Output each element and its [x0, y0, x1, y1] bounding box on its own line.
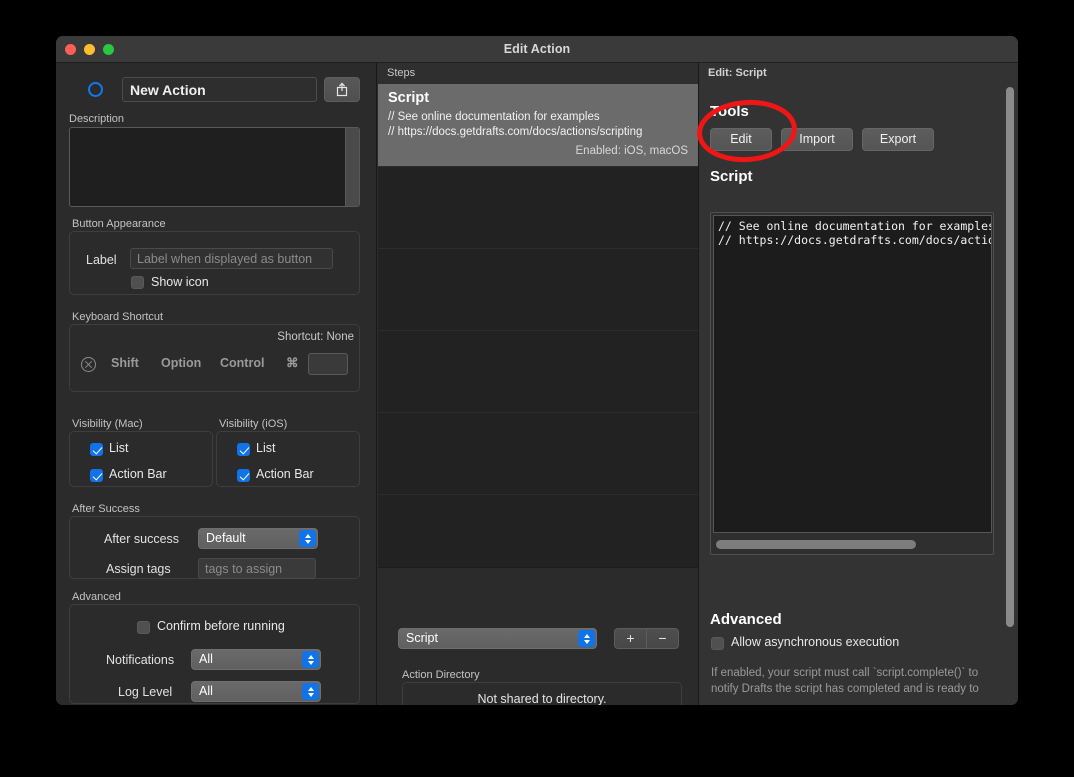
- assign-tags-input[interactable]: [198, 558, 316, 579]
- export-button[interactable]: Export: [862, 128, 934, 151]
- description-scrollbar[interactable]: [345, 128, 359, 206]
- keyboard-shortcut-label: Keyboard Shortcut: [72, 311, 164, 323]
- advanced-group-label: Advanced: [72, 591, 121, 603]
- add-step-button[interactable]: +: [614, 628, 647, 649]
- step-type-select[interactable]: Script: [398, 628, 597, 649]
- action-directory-status: Not shared to directory.: [477, 692, 607, 705]
- import-button[interactable]: Import: [781, 128, 853, 151]
- step-row-empty[interactable]: [378, 248, 698, 330]
- visibility-mac-list-checkbox[interactable]: [90, 443, 103, 456]
- chevron-updown-icon: [578, 630, 595, 647]
- screenshot-root: Edit Action Descriptio: [0, 0, 1074, 777]
- script-code-area[interactable]: // See online documentation for examples…: [713, 215, 992, 533]
- after-success-value: Default: [206, 531, 246, 545]
- log-level-label: Log Level: [118, 685, 173, 699]
- tools-heading: Tools: [710, 103, 749, 120]
- left-settings-panel: Description Button Appearance Label Show…: [56, 63, 377, 705]
- confirm-before-running-checkbox[interactable]: [137, 621, 150, 634]
- notifications-label: Notifications: [106, 653, 175, 667]
- script-heading: Script: [710, 168, 753, 185]
- action-name-input[interactable]: [122, 77, 317, 102]
- allow-async-checkbox[interactable]: [711, 637, 724, 650]
- modifier-shift[interactable]: Shift: [111, 356, 139, 370]
- visibility-mac-actionbar-label: Action Bar: [109, 467, 167, 481]
- script-editor-content: Tools Edit Import Export Script // See o…: [699, 85, 1004, 705]
- script-scrollbar-thumb[interactable]: [716, 540, 916, 549]
- description-label: Description: [69, 113, 125, 125]
- window-body: Description Button Appearance Label Show…: [56, 63, 1018, 705]
- script-code-line-1: // See online documentation for examples: [718, 219, 992, 233]
- after-success-group-label: After Success: [72, 503, 140, 515]
- assign-tags-label: Assign tags: [106, 562, 171, 576]
- steps-header: Steps: [378, 63, 698, 85]
- remove-step-button[interactable]: −: [646, 628, 679, 649]
- share-upload-icon: [336, 82, 348, 97]
- edit-action-window: Edit Action Descriptio: [56, 36, 1018, 705]
- window-titlebar: Edit Action: [56, 36, 1018, 63]
- step-row-empty[interactable]: [378, 166, 698, 248]
- visibility-ios-list-checkbox[interactable]: [237, 443, 250, 456]
- action-directory-group: Not shared to directory. View Remove Sha…: [402, 682, 682, 705]
- script-editor-header: Edit: Script: [699, 63, 1018, 85]
- show-icon-checkbox[interactable]: [131, 276, 144, 289]
- description-textarea[interactable]: [69, 127, 360, 207]
- script-horizontal-scrollbar[interactable]: [716, 540, 988, 549]
- visibility-ios-label: Visibility (iOS): [219, 418, 288, 430]
- edit-button[interactable]: Edit: [710, 128, 772, 151]
- step-row-empty[interactable]: [378, 494, 698, 567]
- action-name-row: [56, 77, 376, 105]
- action-directory-label: Action Directory: [402, 669, 480, 681]
- chevron-updown-icon: [299, 530, 316, 547]
- modifier-command[interactable]: ⌘: [286, 355, 299, 370]
- steps-footer: Script + − Action Directory Not shared t…: [378, 567, 698, 705]
- steps-header-label: Steps: [387, 67, 416, 79]
- log-level-select[interactable]: All: [191, 681, 321, 702]
- script-editor-panel: Edit: Script Tools Edit Import Export Sc…: [699, 63, 1018, 705]
- show-icon-label: Show icon: [151, 275, 209, 289]
- label-field-label: Label: [86, 253, 117, 267]
- shortcut-key-input[interactable]: [308, 353, 348, 375]
- script-code-line-2: // https://docs.getdrafts.com/docs/actio…: [718, 233, 992, 247]
- step-row-empty[interactable]: [378, 330, 698, 412]
- visibility-ios-actionbar-label: Action Bar: [256, 467, 314, 481]
- after-success-label: After success: [104, 532, 180, 546]
- shortcut-status: Shortcut: None: [277, 331, 354, 343]
- step-row-script[interactable]: Script // See online documentation for e…: [378, 84, 698, 166]
- visibility-mac-actionbar-checkbox[interactable]: [90, 469, 103, 482]
- allow-async-label: Allow asynchronous execution: [731, 635, 900, 649]
- async-note-line-1: If enabled, your script must call `scrip…: [711, 667, 979, 679]
- step-title: Script: [388, 90, 430, 106]
- step-preview-line-2: // https://docs.getdrafts.com/docs/actio…: [388, 126, 643, 138]
- step-enabled-badge: Enabled: iOS, macOS: [575, 145, 689, 157]
- visibility-ios-actionbar-checkbox[interactable]: [237, 469, 250, 482]
- step-type-value: Script: [406, 631, 438, 645]
- circle-icon[interactable]: [88, 82, 103, 97]
- step-row-empty[interactable]: [378, 412, 698, 494]
- script-editor-box[interactable]: // See online documentation for examples…: [710, 212, 994, 555]
- steps-list[interactable]: Script // See online documentation for e…: [378, 84, 698, 567]
- advanced-heading: Advanced: [710, 611, 782, 628]
- button-label-input[interactable]: [130, 248, 333, 269]
- right-panel-scrollbar[interactable]: [1006, 87, 1014, 627]
- step-preview-line-1: // See online documentation for examples: [388, 111, 600, 123]
- share-button[interactable]: [324, 77, 360, 102]
- button-appearance-label: Button Appearance: [72, 218, 166, 230]
- chevron-updown-icon: [302, 651, 319, 668]
- log-level-value: All: [199, 684, 213, 698]
- visibility-mac-list-label: List: [109, 441, 129, 455]
- clear-circle-icon[interactable]: [81, 357, 96, 372]
- script-editor-header-label: Edit: Script: [708, 67, 767, 79]
- async-note-line-2: notify Drafts the script has completed a…: [711, 683, 979, 695]
- visibility-mac-label: Visibility (Mac): [72, 418, 143, 430]
- notifications-value: All: [199, 652, 213, 666]
- modifier-control[interactable]: Control: [220, 356, 264, 370]
- after-success-select[interactable]: Default: [198, 528, 318, 549]
- modifier-option[interactable]: Option: [161, 356, 201, 370]
- notifications-select[interactable]: All: [191, 649, 321, 670]
- chevron-updown-icon: [302, 683, 319, 700]
- visibility-ios-list-label: List: [256, 441, 276, 455]
- confirm-before-running-label: Confirm before running: [157, 619, 285, 633]
- window-title: Edit Action: [503, 42, 571, 56]
- steps-panel: Steps Script // See online documentation…: [378, 63, 699, 705]
